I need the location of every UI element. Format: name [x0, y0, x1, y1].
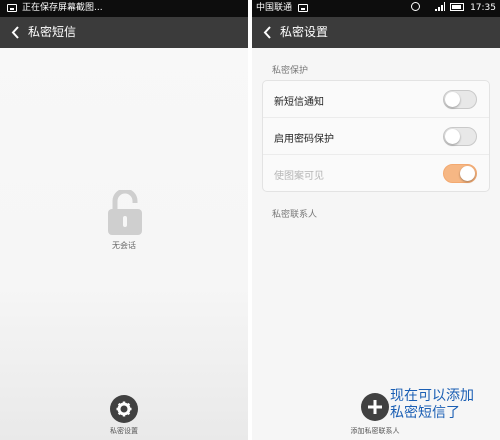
screenshot-icon [7, 4, 17, 12]
chevron-left-icon [263, 26, 271, 39]
carrier-label: 中国联通 [256, 3, 293, 13]
setting-label: 使图案可见 [274, 171, 324, 182]
new-sms-notification-toggle[interactable] [443, 90, 477, 109]
private-settings-button[interactable] [110, 395, 138, 423]
private-settings-screen: 中国联通 17:35 私密设置 私密保护 新短信通知 启用密码保护 使图案可见 [252, 0, 500, 440]
private-messages-screen: 正在保存屏幕截图... 私密短信 无会话 私密设置 [0, 0, 248, 440]
battery-icon [450, 3, 465, 11]
gear-icon [116, 401, 132, 417]
caption-overlay: 现在可以添加 私密短信了 [390, 388, 500, 422]
page-title: 私密短信 [28, 25, 77, 39]
add-private-contact-label: 添加私密联系人 [350, 427, 400, 435]
private-settings-label: 私密设置 [110, 427, 138, 435]
password-protection-toggle[interactable] [443, 127, 477, 146]
caption-line-1: 现在可以添加 [390, 388, 474, 404]
status-bar: 中国联通 17:35 [252, 0, 500, 17]
title-bar: 私密设置 [252, 17, 500, 48]
settings-card: 新短信通知 启用密码保护 使图案可见 [262, 80, 490, 192]
empty-state-label: 无会话 [112, 241, 136, 250]
screenshot-icon [298, 4, 308, 12]
setting-label: 新短信通知 [274, 97, 324, 108]
add-private-contact-button[interactable] [361, 393, 389, 421]
back-button[interactable] [8, 17, 26, 48]
status-bar: 正在保存屏幕截图... [0, 0, 248, 17]
signal-icon [435, 2, 446, 11]
setting-row-new-sms-notification[interactable]: 新短信通知 [263, 81, 489, 118]
unlocked-padlock-icon [108, 190, 142, 235]
setting-row-password-protection[interactable]: 启用密码保护 [263, 118, 489, 155]
setting-label: 启用密码保护 [274, 134, 334, 145]
status-text: 正在保存屏幕截图... [22, 3, 103, 13]
pattern-visible-toggle [443, 164, 477, 183]
section-header-private-contacts: 私密联系人 [272, 210, 318, 220]
chevron-left-icon [11, 26, 19, 39]
clock: 17:35 [470, 3, 496, 13]
alarm-icon [411, 2, 421, 11]
plus-icon [368, 400, 382, 414]
toggle-knob [445, 129, 460, 144]
page-title: 私密设置 [280, 25, 329, 39]
caption-line-2: 私密短信了 [390, 405, 460, 421]
toggle-knob [460, 166, 475, 181]
status-right: 17:35 [411, 0, 496, 17]
title-bar: 私密短信 [0, 17, 248, 48]
toggle-knob [445, 92, 460, 107]
setting-row-pattern-visible: 使图案可见 [263, 155, 489, 192]
section-header-privacy: 私密保护 [272, 66, 309, 76]
back-button[interactable] [260, 17, 278, 48]
